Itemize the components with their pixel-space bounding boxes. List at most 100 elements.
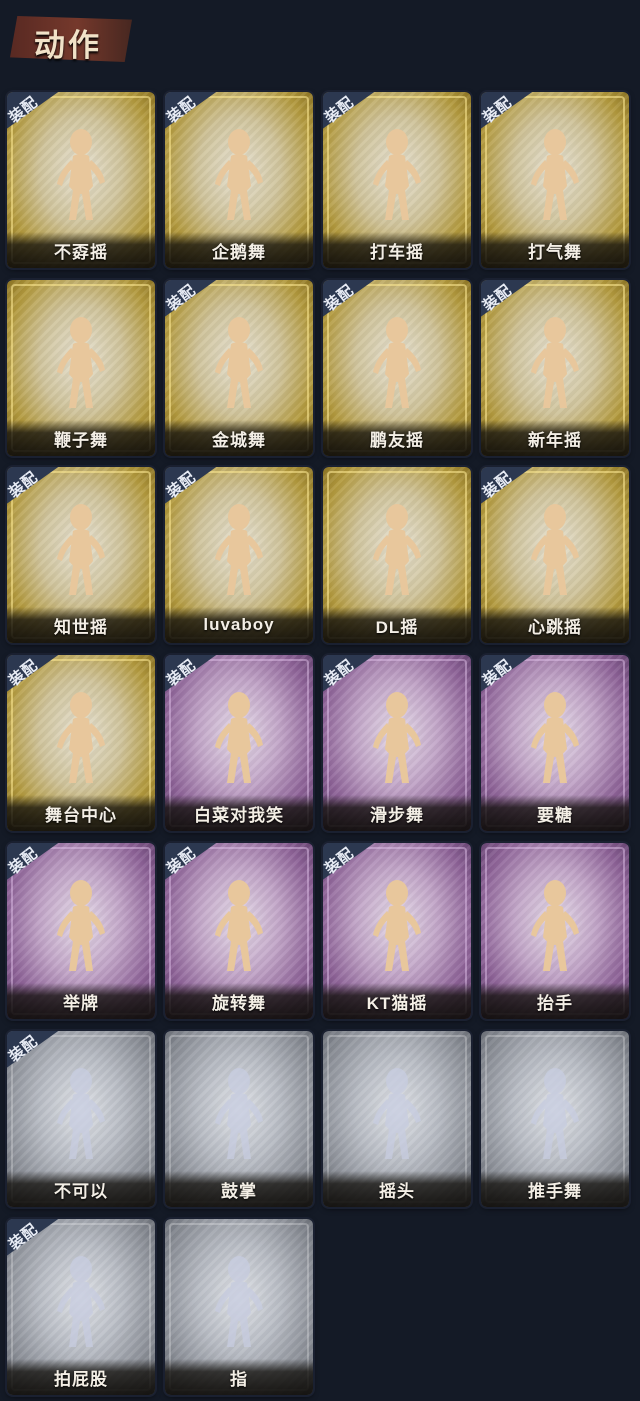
equipped-badge: 装配 — [7, 655, 61, 693]
card-label-bar: 举牌 — [7, 983, 155, 1019]
card-label: 要糖 — [537, 805, 573, 825]
card-label-bar: 金城舞 — [165, 420, 313, 456]
card-label-bar: 企鹅舞 — [165, 232, 313, 268]
card-label-bar: 白菜对我笑 — [165, 795, 313, 831]
card-label: 不可以 — [54, 1181, 108, 1201]
cheer-music-figure-icon — [57, 129, 105, 220]
emote-card[interactable]: 不可以 装配 — [7, 1031, 155, 1207]
wave-figure-icon — [215, 317, 263, 408]
emote-card[interactable]: 舞台中心 装配 — [7, 655, 155, 831]
emote-card[interactable]: 金城舞 装配 — [165, 280, 313, 456]
emote-card[interactable]: 鼓掌 — [165, 1031, 313, 1207]
emote-card[interactable]: 心跳摇 装配 — [481, 467, 629, 643]
emote-card[interactable]: 企鹅舞 装配 — [165, 92, 313, 268]
equipped-badge: 装配 — [7, 1031, 61, 1069]
emote-card[interactable]: 滑步舞 装配 — [323, 655, 471, 831]
whip-figure-icon — [57, 317, 105, 408]
card-label-bar: 滑步舞 — [323, 795, 471, 831]
card-label: 心跳摇 — [528, 617, 582, 637]
ask-figure-icon — [531, 692, 579, 783]
sign-figure-icon — [57, 880, 105, 971]
card-label: 摇头 — [379, 1181, 415, 1201]
cross-figure-icon — [373, 317, 421, 408]
equipped-badge: 装配 — [323, 843, 377, 881]
card-label: 打车摇 — [370, 242, 424, 262]
card-label-bar: 鼓掌 — [165, 1171, 313, 1207]
card-label-bar: 指 — [165, 1359, 313, 1395]
card-label-bar: 鹏友摇 — [323, 420, 471, 456]
emote-card[interactable]: 推手舞 — [481, 1031, 629, 1207]
spank-figure-icon — [57, 1256, 105, 1347]
emote-card[interactable]: 要糖 装配 — [481, 655, 629, 831]
card-label-bar: 不可以 — [7, 1171, 155, 1207]
emote-card[interactable]: 举牌 装配 — [7, 843, 155, 1019]
arms-cross-figure-icon — [215, 692, 263, 783]
spin-figure-icon — [215, 880, 263, 971]
equipped-badge: 装配 — [323, 280, 377, 318]
emote-card[interactable]: 白菜对我笑 装配 — [165, 655, 313, 831]
card-label-bar: 旋转舞 — [165, 983, 313, 1019]
clap-figure-icon — [215, 1068, 263, 1159]
emote-card[interactable]: 知世摇 装配 — [7, 467, 155, 643]
hail-music-figure-icon — [373, 129, 421, 220]
card-label: 舞台中心 — [45, 805, 117, 825]
emote-card[interactable]: 拍屁股 装配 — [7, 1219, 155, 1395]
card-label-bar: 拍屁股 — [7, 1359, 155, 1395]
emote-card[interactable]: DL摇 — [323, 467, 471, 643]
spread-figure-icon — [57, 504, 105, 595]
card-label: 企鹅舞 — [212, 242, 266, 262]
card-label-bar: 新年摇 — [481, 420, 629, 456]
card-label: 鞭子舞 — [54, 430, 108, 450]
raise-figure-icon — [531, 880, 579, 971]
card-label: 打气舞 — [528, 242, 582, 262]
card-label: 鼓掌 — [221, 1181, 257, 1201]
card-label: 指 — [230, 1369, 248, 1389]
emote-card[interactable]: 新年摇 装配 — [481, 280, 629, 456]
emote-card[interactable]: 鞭子舞 — [7, 280, 155, 456]
emote-card[interactable]: 摇头 — [323, 1031, 471, 1207]
equipped-badge: 装配 — [481, 467, 535, 505]
card-label-bar: 打气舞 — [481, 232, 629, 268]
card-label: 金城舞 — [212, 430, 266, 450]
card-label: 旋转舞 — [212, 993, 266, 1013]
equipped-badge: 装配 — [165, 655, 219, 693]
equipped-badge: 装配 — [7, 92, 61, 130]
card-label: 白菜对我笑 — [194, 805, 284, 825]
card-label-bar: 知世摇 — [7, 607, 155, 643]
penguin-figure-icon — [215, 129, 263, 220]
cat-figure-icon — [373, 880, 421, 971]
card-label: 不孬摇 — [54, 242, 108, 262]
card-label-bar: DL摇 — [323, 607, 471, 643]
equipped-badge: 装配 — [323, 655, 377, 693]
star-figure-icon — [57, 692, 105, 783]
card-label: 滑步舞 — [370, 805, 424, 825]
emote-card[interactable]: 旋转舞 装配 — [165, 843, 313, 1019]
emote-card[interactable]: 不孬摇 装配 — [7, 92, 155, 268]
heartbeat-figure-icon — [531, 504, 579, 595]
emote-grid: 不孬摇 装配 企鹅舞 装配 打车摇 装配 打气舞 装配 鞭子舞 金城舞 装配 鹏友摇 装配 新年摇 装配 知世… — [0, 0, 640, 1401]
emote-card[interactable]: luvaboy 装配 — [165, 467, 313, 643]
equipped-badge: 装配 — [7, 1219, 61, 1257]
equipped-badge: 装配 — [165, 843, 219, 881]
finger-figure-icon — [57, 1068, 105, 1159]
emote-card[interactable]: KT猫摇 装配 — [323, 843, 471, 1019]
emote-card[interactable]: 抬手 — [481, 843, 629, 1019]
card-label-bar: KT猫摇 — [323, 983, 471, 1019]
pump-figure-icon — [531, 129, 579, 220]
card-label: 拍屁股 — [54, 1369, 108, 1389]
card-label-bar: 抬手 — [481, 983, 629, 1019]
equipped-badge: 装配 — [7, 843, 61, 881]
card-label-bar: 不孬摇 — [7, 232, 155, 268]
emote-card[interactable]: 打气舞 装配 — [481, 92, 629, 268]
card-label-bar: 摇头 — [323, 1171, 471, 1207]
card-label-bar: luvaboy — [165, 607, 313, 643]
emote-card[interactable]: 打车摇 装配 — [323, 92, 471, 268]
push-figure-icon — [531, 1068, 579, 1159]
equipped-badge: 装配 — [165, 467, 219, 505]
card-label-bar: 要糖 — [481, 795, 629, 831]
emote-card[interactable]: 鹏友摇 装配 — [323, 280, 471, 456]
hug-figure-icon — [215, 504, 263, 595]
card-label-bar: 心跳摇 — [481, 607, 629, 643]
equipped-badge: 装配 — [165, 92, 219, 130]
emote-card[interactable]: 指 — [165, 1219, 313, 1395]
